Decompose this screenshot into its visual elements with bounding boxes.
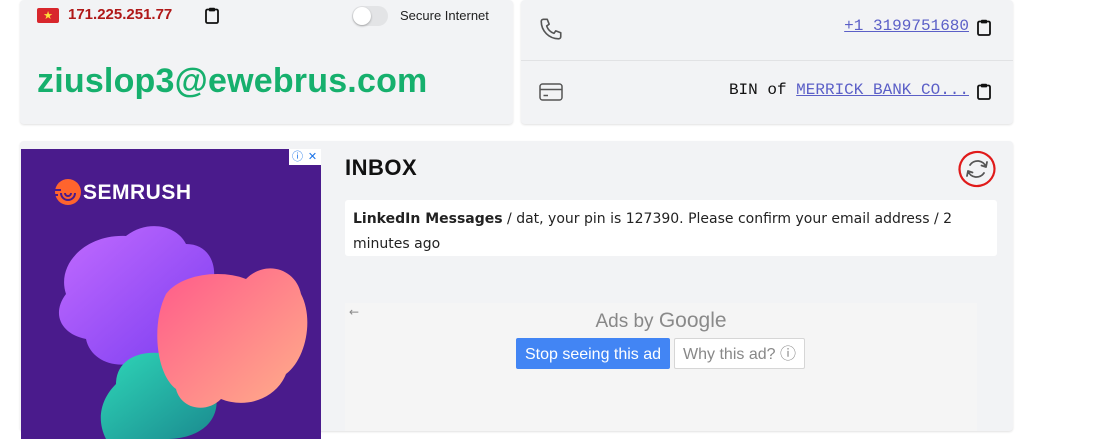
- message-text: LinkedIn Messages / dat, your pin is 127…: [353, 207, 957, 257]
- bin-prefix: BIN of: [728, 81, 787, 99]
- phone-number-link[interactable]: +1 3199751680: [844, 17, 969, 35]
- row-divider: [521, 60, 1013, 61]
- message-subject: dat, your pin is 127390. Please confirm …: [516, 211, 930, 227]
- toggle-knob: [353, 7, 371, 25]
- ip-address: 171.225.251.77: [68, 6, 173, 23]
- close-icon[interactable]: ✕: [305, 149, 320, 165]
- ip-email-card: ★ 171.225.251.77 Secure Internet ziuslop…: [20, 0, 513, 124]
- message-separator: /: [502, 211, 517, 227]
- ads-by-label: Ads by: [595, 311, 654, 332]
- copy-bin-icon[interactable]: [977, 83, 991, 100]
- secure-internet-label: Secure Internet: [400, 8, 489, 23]
- stop-seeing-ad-button[interactable]: Stop seeing this ad: [516, 338, 670, 369]
- phone-icon: [540, 18, 562, 40]
- info-icon[interactable]: ⓘ: [290, 149, 305, 165]
- copy-icon[interactable]: [205, 7, 219, 24]
- bin-info: BIN of MERRICK BANK CO...: [729, 81, 969, 99]
- vietnam-flag-icon: ★: [37, 8, 59, 23]
- inbox-card: ⓘ ✕ SEMRUSH INBOX LinkedIn Messages / da…: [20, 141, 1013, 439]
- inbox-title: INBOX: [345, 155, 418, 180]
- why-this-ad-button[interactable]: Why this ad? ⓘ: [674, 338, 805, 369]
- bin-bank-link[interactable]: MERRICK BANK CO...: [796, 81, 969, 99]
- message-separator: /: [929, 211, 944, 227]
- email-address[interactable]: ziuslop3@ewebrus.com: [37, 62, 427, 101]
- google-logo: Google: [658, 309, 727, 332]
- inbox-message[interactable]: LinkedIn Messages / dat, your pin is 127…: [345, 200, 997, 256]
- copy-phone-icon[interactable]: [977, 19, 991, 36]
- contact-info-card: +1 3199751680 BIN of MERRICK BANK CO...: [521, 0, 1013, 124]
- ad-choices[interactable]: ⓘ ✕: [289, 149, 321, 165]
- ad-illustration: [58, 226, 308, 439]
- ads-by-google: Ads by Google: [345, 309, 977, 333]
- credit-card-icon: [539, 83, 563, 101]
- google-ad-panel: ← Ads by Google Stop seeing this ad Why …: [345, 303, 977, 431]
- refresh-icon[interactable]: [957, 149, 997, 189]
- semrush-brand: SEMRUSH: [83, 181, 192, 204]
- secure-internet-toggle[interactable]: [352, 6, 388, 26]
- message-sender: LinkedIn Messages: [353, 211, 503, 227]
- semrush-ad-banner[interactable]: ⓘ ✕ SEMRUSH: [21, 149, 321, 439]
